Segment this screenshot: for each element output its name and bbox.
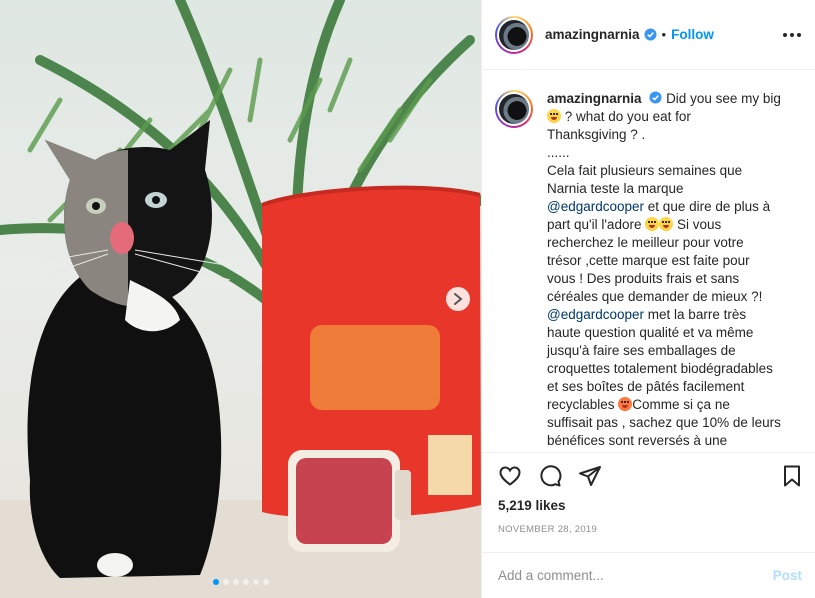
carousel-dots (0, 579, 481, 585)
post-comment-button[interactable]: Post (773, 568, 802, 583)
more-options-icon[interactable] (783, 27, 801, 43)
caption-line: Narnia teste la marque (547, 181, 684, 196)
mention-link[interactable]: @edgardcooper (547, 307, 644, 322)
carousel-dot (212, 579, 219, 585)
chevron-right-icon (454, 293, 463, 305)
post-caption: amazingnarnia Did you see my big ? what … (482, 70, 815, 450)
caption-line: Thanksgiving ? . (547, 127, 646, 142)
post-header: amazingnarnia • Follow (482, 0, 815, 70)
likes-count[interactable]: 5,219 likes (498, 498, 566, 513)
caption-line: met la barre très (647, 307, 747, 322)
caption-line: ...... (547, 145, 570, 160)
carousel-dot (252, 579, 259, 585)
caption-line: trésor ,cette marque est faite pour (547, 253, 750, 268)
post-actions (482, 452, 815, 498)
profile-avatar-icon[interactable] (495, 15, 533, 54)
bookmark-icon[interactable] (780, 464, 804, 488)
caption-line: ? what do you eat for (564, 109, 691, 124)
caption-avatar-icon[interactable] (495, 90, 533, 128)
caption-line: Comme si ça ne (632, 397, 730, 412)
follow-button[interactable]: Follow (671, 27, 714, 42)
post-panel: amazingnarnia • Follow amazingnarnia Did… (481, 0, 815, 598)
verified-badge-icon (649, 91, 662, 104)
verified-badge-icon (643, 28, 657, 41)
caption-line: recherchez le meilleur pour votre (547, 235, 744, 250)
caption-line: Cela fait plusieurs semaines que (547, 163, 743, 178)
caption-line: Si vous (677, 217, 722, 232)
tongue-emoji-icon (547, 109, 561, 123)
caption-username[interactable]: amazingnarnia (547, 91, 642, 106)
carousel-dot (222, 579, 229, 585)
comment-input[interactable] (498, 568, 773, 583)
caption-line: croquettes totalement biodégradables (547, 361, 773, 376)
photo-scene (0, 0, 481, 598)
star-struck-emoji-icon (618, 397, 633, 411)
caption-line: suffisait pas , sachez que 10% de leurs (547, 415, 781, 430)
heart-icon[interactable] (498, 464, 522, 488)
carousel-dot (262, 579, 269, 585)
post-date: NOVEMBER 28, 2019 (498, 524, 598, 535)
caption-line: jusqu'à faire ses emballages de (547, 343, 736, 358)
comment-icon[interactable] (538, 464, 562, 488)
yum-emoji-icon (659, 217, 674, 231)
caption-line: bénéfices sont reversés à une (547, 433, 728, 448)
caption-line: et ses boîtes de pâtés facilement (547, 379, 745, 394)
caption-line: haute question qualité et va même (547, 325, 754, 340)
next-photo-button[interactable] (446, 287, 470, 311)
smile-emoji-icon (645, 217, 660, 231)
caption-line: et que dire de plus à (647, 199, 771, 214)
caption-line: recyclables (547, 397, 615, 412)
caption-line: Did you see my big (666, 91, 781, 106)
comment-box: Post (482, 552, 815, 598)
header-separator: • (661, 27, 667, 42)
caption-text: amazingnarnia Did you see my big ? what … (547, 90, 802, 450)
carousel-dot (242, 579, 249, 585)
mention-link[interactable]: @edgardcooper (547, 199, 644, 214)
share-icon[interactable] (578, 464, 602, 488)
caption-line: part qu'il l'adore (547, 217, 642, 232)
carousel-dot (232, 579, 239, 585)
post-photo[interactable] (0, 0, 481, 598)
caption-line: vous ! Des produits frais et sans (547, 271, 740, 286)
header-username[interactable]: amazingnarnia (545, 27, 640, 42)
caption-line: céréales que demander de mieux ?! (547, 289, 763, 304)
